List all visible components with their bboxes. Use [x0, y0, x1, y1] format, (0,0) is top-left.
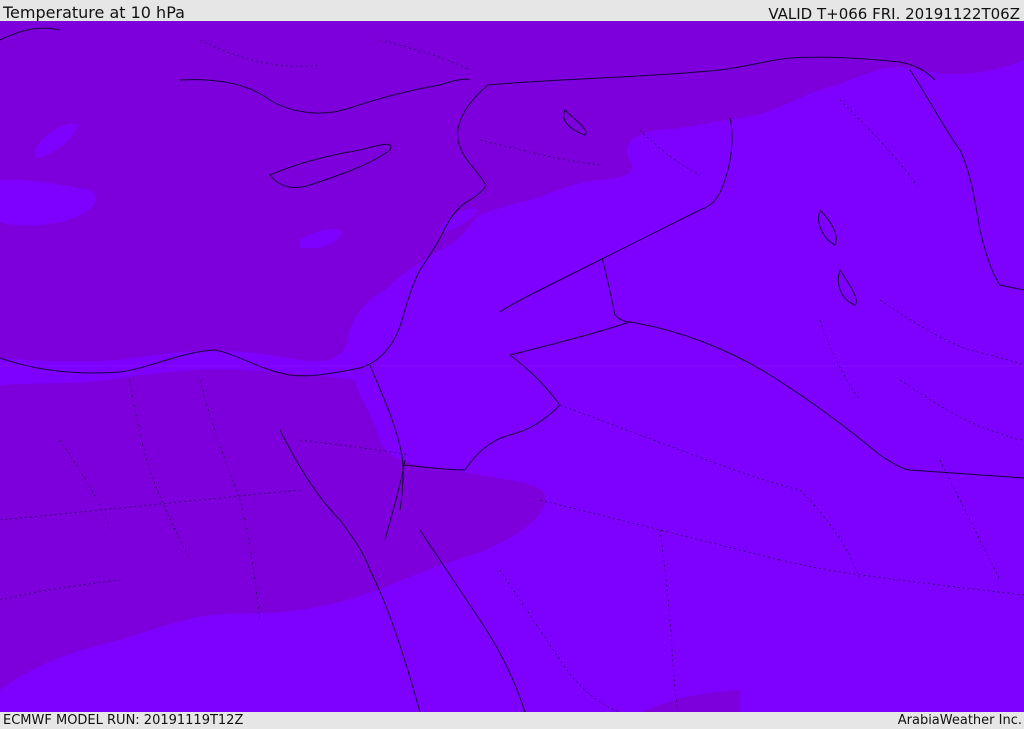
map-title: Temperature at 10 hPa: [3, 3, 185, 22]
footer-bar: ECMWF MODEL RUN: 20191119T12Z ArabiaWeat…: [0, 712, 1024, 729]
credit-label: ArabiaWeather Inc.: [897, 713, 1022, 728]
map-page: Temperature at 10 hPa VALID T+066 FRI. 2…: [0, 0, 1024, 729]
header-bar: Temperature at 10 hPa VALID T+066 FRI. 2…: [0, 0, 1024, 23]
model-run-label: ECMWF MODEL RUN: 20191119T12Z: [3, 713, 244, 728]
temperature-map[interactable]: [0, 21, 1024, 712]
